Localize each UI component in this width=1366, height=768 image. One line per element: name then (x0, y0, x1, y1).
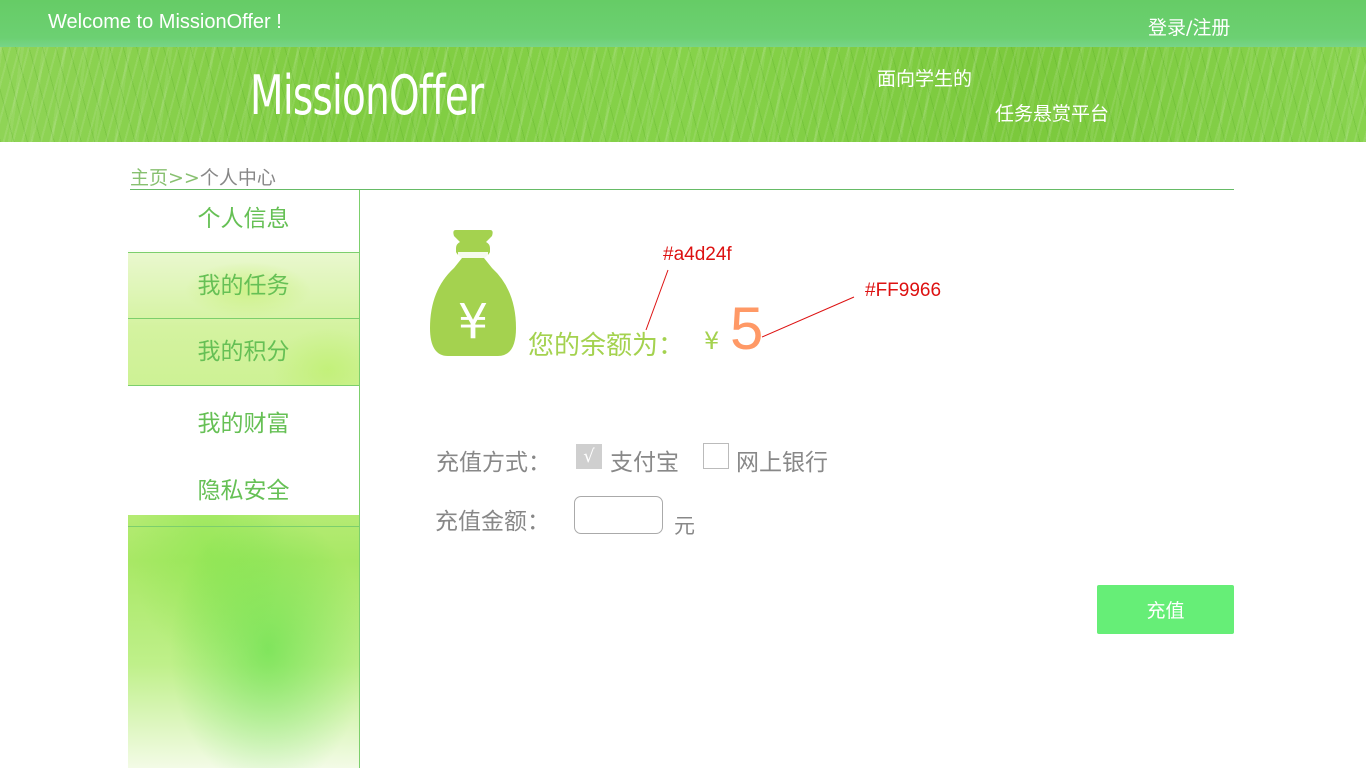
recharge-amount-label: 充值金额： (435, 509, 550, 535)
sidebar-item-label: 我的积分 (197, 339, 290, 365)
color-annotation-value: #FF9966 (865, 280, 942, 301)
slogan-line-1: 面向学生的 (877, 68, 973, 90)
online-bank-label[interactable]: 网上银行 (736, 443, 828, 477)
online-bank-checkbox[interactable] (703, 443, 729, 469)
balance-currency-symbol: ¥ (704, 327, 720, 355)
alipay-label[interactable]: 支付宝 (610, 443, 679, 477)
annotation-line-label (645, 269, 669, 331)
sidebar-item-label: 我的财富 (197, 411, 290, 437)
sidebar-item-my-tasks[interactable]: 我的任务 (128, 253, 359, 319)
breadcrumb-home-link[interactable]: 主页 (130, 167, 168, 189)
sidebar-item-privacy-security[interactable]: 隐私安全 (128, 455, 359, 527)
sidebar-item-personal-info[interactable]: 个人信息 (128, 190, 359, 253)
breadcrumb-separator: >> (168, 167, 200, 189)
login-register-link[interactable]: 登录/注册 (1148, 13, 1230, 40)
site-logo[interactable]: MissionOffer (250, 64, 484, 127)
bag-yen-symbol: ¥ (458, 294, 489, 350)
slogan-line-2: 任务悬赏平台 (995, 103, 1110, 125)
color-annotation-label: #a4d24f (663, 244, 732, 265)
sidebar-item-label: 我的任务 (197, 273, 290, 299)
breadcrumb: 主页>>个人中心 (130, 163, 1234, 190)
recharge-button[interactable]: 充值 (1097, 585, 1234, 634)
sidebar-nav: 个人信息 我的任务 我的积分 我的财富 隐私安全 (128, 190, 360, 768)
money-bag-yen-icon: ¥ (430, 230, 516, 356)
breadcrumb-current: 个人中心 (199, 167, 276, 189)
balance-value: 5 (730, 295, 764, 362)
alipay-checkbox[interactable]: √ (576, 444, 602, 469)
sidebar-item-label: 隐私安全 (197, 478, 290, 504)
annotation-line-value (761, 296, 855, 338)
welcome-text: Welcome to MissionOffer ! (48, 11, 282, 33)
sidebar-item-my-points[interactable]: 我的积分 (128, 319, 359, 386)
sidebar-item-my-wealth[interactable]: 我的财富 (128, 386, 359, 455)
top-bar: Welcome to MissionOffer ! 登录/注册 (0, 0, 1366, 47)
recharge-amount-input[interactable] (574, 496, 663, 534)
header-banner: MissionOffer 面向学生的 任务悬赏平台 (0, 47, 1366, 142)
balance-label: 您的余额为： (528, 331, 685, 361)
sidebar-item-label: 个人信息 (197, 206, 290, 232)
amount-unit: 元 (674, 514, 695, 538)
recharge-method-label: 充值方式： (436, 450, 551, 476)
